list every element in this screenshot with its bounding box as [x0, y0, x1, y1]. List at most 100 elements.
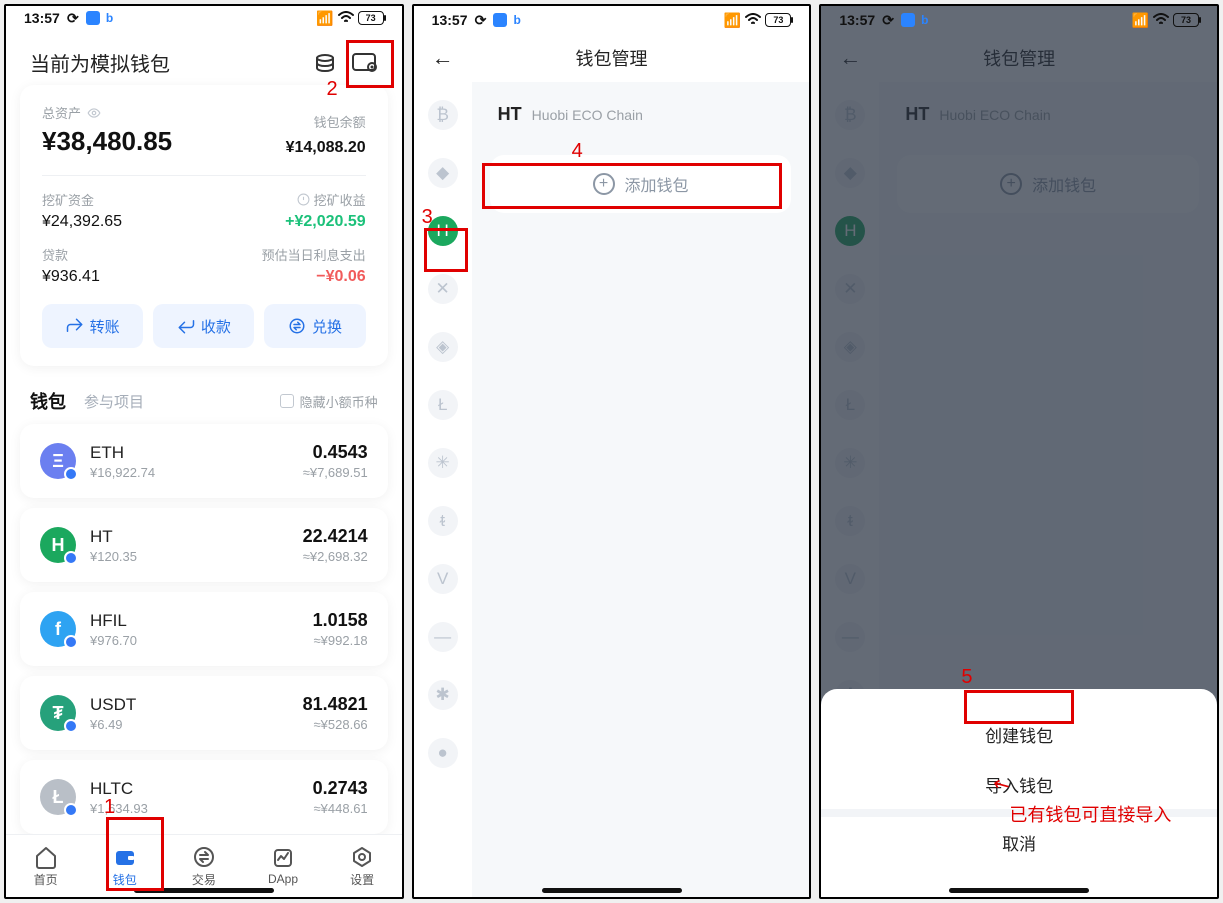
wallet-header: 当前为模拟钱包: [6, 30, 402, 85]
chain-rail-item[interactable]: ✱: [428, 680, 458, 710]
coin-row[interactable]: HHT¥120.3522.4214≈¥2,698.32: [20, 508, 388, 582]
wallet-section-header: 钱包 参与项目 隐藏小额币种: [6, 366, 402, 424]
phone-screen-2: 13:57 ⟳ b 📶 73 ← 钱包管理 ₿◆H✕◈Ł✳ᵵV—✱● HT Hu…: [412, 4, 812, 899]
swap-button[interactable]: 兑换: [264, 304, 365, 348]
phone-screen-3: 13:57 ⟳ b 📶 73 ← 钱包管理 ₿◆H✕◈Ł✳ᵵV—✱● HT Hu…: [819, 4, 1219, 899]
add-wallet-button[interactable]: + 添加钱包: [490, 155, 792, 213]
coin-amount: 0.4543: [303, 442, 368, 463]
chain-rail-item[interactable]: —: [428, 622, 458, 652]
loan-label: 贷款: [42, 245, 204, 264]
chain-rail: ₿◆H✕◈Ł✳ᵵV—✱●: [414, 82, 472, 897]
app-icon-1: [86, 11, 100, 25]
back-button[interactable]: ←: [432, 45, 454, 71]
app-icon-1: [901, 13, 915, 27]
coin-amount: 0.2743: [313, 778, 368, 799]
signal-icon: 📶: [724, 12, 741, 29]
annotation-number-5: 5: [961, 666, 972, 689]
home-indicator: [949, 888, 1089, 893]
transfer-button[interactable]: 转账: [42, 304, 143, 348]
status-bar: 13:57 ⟳ b 📶 73: [6, 6, 402, 30]
battery-icon: 73: [1173, 13, 1199, 27]
alarm-icon: ⟳: [66, 11, 80, 25]
annotation-note: 已有钱包可直接导入: [1009, 801, 1171, 827]
home-indicator: [134, 888, 274, 893]
coin-symbol: ETH: [90, 443, 155, 463]
chain-rail-item[interactable]: ✳: [428, 448, 458, 478]
chain-rail-item[interactable]: V: [428, 564, 458, 594]
tab-settings[interactable]: 设置: [323, 835, 402, 897]
tab-home[interactable]: 首页: [6, 835, 85, 897]
battery-icon: 73: [765, 13, 791, 27]
chain-rail-item[interactable]: ✕: [428, 274, 458, 304]
tab-wallet[interactable]: 钱包: [30, 388, 66, 414]
app-icon-2: b: [921, 13, 928, 27]
hide-small-toggle[interactable]: 隐藏小额币种: [280, 392, 378, 411]
coin-price: ¥6.49: [90, 717, 136, 732]
wifi-icon: [745, 12, 761, 28]
signal-icon: 📶: [316, 10, 333, 27]
total-assets-label: 总资产: [42, 103, 172, 122]
tab-projects[interactable]: 参与项目: [84, 391, 144, 412]
interest-value: −¥0.06: [204, 268, 366, 286]
coin-fiat: ≈¥992.18: [313, 633, 368, 648]
chain-rail-item[interactable]: Ł: [428, 390, 458, 420]
chain-symbol: HT: [498, 104, 522, 125]
wallet-settings-icon[interactable]: [352, 50, 378, 76]
asset-summary-card: 总资产 ¥38,480.85 钱包余额 ¥14,088.20 挖矿资金 ¥24,…: [20, 85, 388, 366]
coin-icon: H: [40, 527, 76, 563]
coin-fiat: ≈¥2,698.32: [303, 549, 368, 564]
coin-icon: Ł: [40, 779, 76, 815]
annotation-number-4: 4: [572, 140, 583, 163]
coin-row[interactable]: ŁHLTC¥1,634.930.2743≈¥448.61: [20, 760, 388, 834]
status-time: 13:57: [839, 12, 875, 28]
action-sheet: 创建钱包 导入钱包 取消: [821, 689, 1217, 897]
chain-rail-item[interactable]: ◈: [428, 332, 458, 362]
chain-rail-item[interactable]: ᵵ: [428, 506, 458, 536]
create-wallet-option[interactable]: 创建钱包: [821, 709, 1217, 759]
coin-amount: 22.4214: [303, 526, 368, 547]
page-header: ← 钱包管理: [414, 34, 810, 82]
coin-icon: f: [40, 611, 76, 647]
page-title: 钱包管理: [576, 45, 648, 71]
receive-button[interactable]: 收款: [153, 304, 254, 348]
total-assets-value: ¥38,480.85: [42, 126, 172, 157]
coin-amount: 81.4821: [303, 694, 368, 715]
coin-price: ¥1,634.93: [90, 801, 148, 816]
coin-row[interactable]: fHFIL¥976.701.0158≈¥992.18: [20, 592, 388, 666]
app-icon-2: b: [513, 13, 520, 27]
coin-symbol: USDT: [90, 695, 136, 715]
page-title: 当前为模拟钱包: [30, 48, 170, 77]
coin-list: ΞETH¥16,922.740.4543≈¥7,689.51HHT¥120.35…: [6, 424, 402, 834]
coin-fiat: ≈¥528.66: [303, 717, 368, 732]
battery-icon: 73: [358, 11, 384, 25]
phone-screen-1: 13:57 ⟳ b 📶 73 当前为模拟钱包 2: [4, 4, 404, 899]
status-time: 13:57: [432, 12, 468, 28]
chain-rail-item[interactable]: ●: [428, 738, 458, 768]
status-time: 13:57: [24, 10, 60, 26]
chain-rail-item[interactable]: ◆: [428, 158, 458, 188]
wallet-balance-label: 钱包余额: [286, 112, 366, 131]
coin-amount: 1.0158: [313, 610, 368, 631]
annotation-number-1: 1: [104, 796, 115, 819]
chain-rail-item[interactable]: ₿: [428, 100, 458, 130]
wifi-icon: [338, 10, 354, 26]
coin-icon: Ξ: [40, 443, 76, 479]
loan-value: ¥936.41: [42, 268, 204, 286]
status-bar: 13:57 ⟳ b 📶 73: [414, 6, 810, 34]
mining-yield-label: 挖矿收益: [204, 190, 366, 209]
coins-icon[interactable]: [312, 50, 338, 76]
mining-yield-value: +¥2,020.59: [204, 213, 366, 231]
annotation-number-3: 3: [422, 206, 433, 229]
status-bar: 13:57 ⟳ b 📶 73: [821, 6, 1217, 34]
chain-title: HT Huobi ECO Chain: [498, 104, 792, 125]
coin-row[interactable]: ₮ USDT ¥6.49 81.4821 ≈¥528.66: [20, 676, 388, 750]
app-icon-1: [493, 13, 507, 27]
plus-icon: +: [593, 173, 615, 195]
annotation-number-2: 2: [327, 78, 338, 101]
app-icon-2: b: [106, 11, 113, 25]
signal-icon: 📶: [1132, 12, 1149, 29]
alarm-icon: ⟳: [473, 13, 487, 27]
coin-row[interactable]: ΞETH¥16,922.740.4543≈¥7,689.51: [20, 424, 388, 498]
coin-icon: ₮: [40, 695, 76, 731]
interest-label: 预估当日利息支出: [204, 245, 366, 264]
